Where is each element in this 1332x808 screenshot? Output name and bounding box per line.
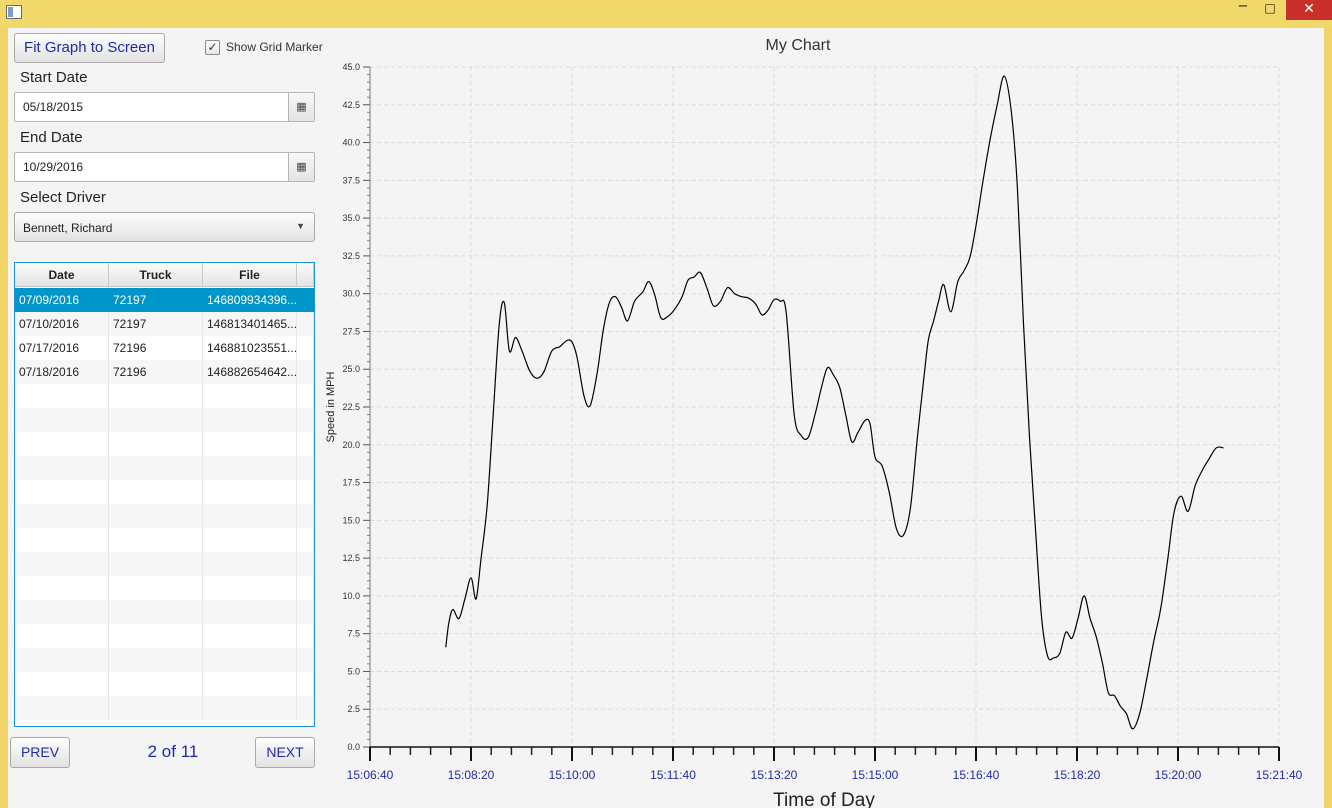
y-tick-label: 5.0 (347, 666, 360, 676)
y-tick-label: 12.5 (342, 553, 360, 563)
y-tick-label: 7.5 (347, 629, 360, 639)
speed-chart[interactable]: 0.0 2.5 5.0 7.5 10.0 12.5 15.0 17.5 20.0 22.5 25.0… (8, 28, 1324, 808)
y-tick-label: 32.5 (342, 251, 360, 261)
y-tick-label: 22.5 (342, 402, 360, 412)
y-tick-label: 17.5 (342, 478, 360, 488)
y-tick-label: 25.0 (342, 364, 360, 374)
close-icon[interactable]: ✕ (1286, 0, 1332, 20)
y-tick-label: 45.0 (342, 62, 360, 72)
x-tick-label: 15:10:00 (549, 768, 596, 782)
y-tick-label: 15.0 (342, 515, 360, 525)
minimize-icon[interactable]: − (1232, 0, 1254, 20)
x-tick-label: 15:13:20 (751, 768, 798, 782)
y-tick-label: 27.5 (342, 326, 360, 336)
x-tick-label: 15:20:00 (1155, 768, 1202, 782)
x-axis-title: Time of Day (773, 790, 875, 808)
y-axis-title: Speed in MPH (325, 371, 337, 442)
app-client-area: Fit Graph to Screen ✓ Show Grid Marker S… (8, 28, 1324, 808)
x-tick-label: 15:15:00 (852, 768, 899, 782)
x-tick-label: 15:21:40 (1256, 768, 1303, 782)
x-tick-label: 15:16:40 (953, 768, 1000, 782)
x-tick-label: 15:18:20 (1054, 768, 1101, 782)
y-tick-label: 20.0 (342, 440, 360, 450)
y-tick-label: 40.0 (342, 138, 360, 148)
chart-title: My Chart (766, 37, 831, 54)
maximize-icon[interactable]: □ (1258, 0, 1282, 20)
y-tick-label: 35.0 (342, 213, 360, 223)
window-titlebar[interactable]: − □ ✕ (0, 0, 1332, 28)
x-tick-label: 15:08:20 (448, 768, 495, 782)
y-tick-label: 2.5 (347, 704, 360, 714)
y-tick-label: 42.5 (342, 100, 360, 110)
app-icon (6, 5, 22, 19)
y-tick-label: 37.5 (342, 175, 360, 185)
y-tick-label: 30.0 (342, 289, 360, 299)
y-tick-label: 10.0 (342, 591, 360, 601)
x-tick-label: 15:11:40 (650, 768, 696, 782)
x-tick-label: 15:06:40 (347, 768, 394, 782)
y-tick-label: 0.0 (347, 742, 360, 752)
